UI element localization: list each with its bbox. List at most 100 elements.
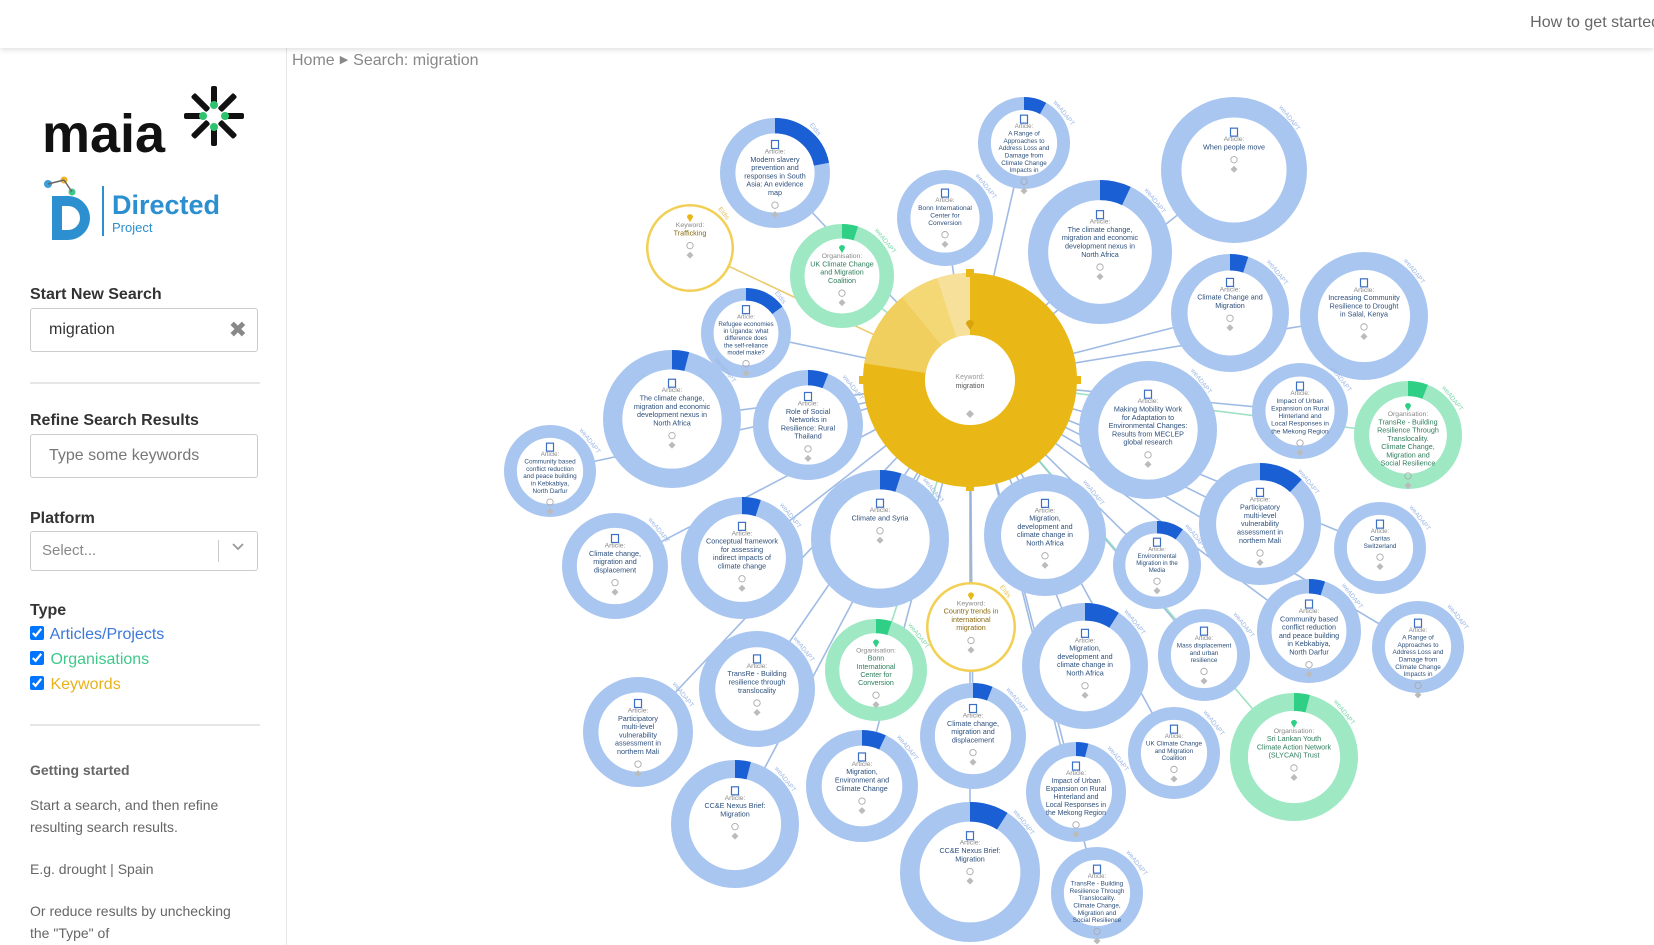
node-type-label: Organisation: [856,648,896,655]
node-title-line: Climate Change [1395,664,1441,671]
node-type-label: Article: [737,315,755,321]
clear-search-icon[interactable]: ✖ [229,317,247,343]
node-title-line: Climate Change, [1073,902,1121,909]
node-title-line: Migration [1215,301,1245,310]
search-input[interactable]: migration ✖ [30,308,258,352]
graph-node-keyword[interactable]: Keyword:TraffickingEldis [646,204,734,292]
graph-node-article[interactable]: Article:The climate change,migration and… [602,350,741,489]
node-title-line: Community based [524,458,576,465]
refine-keywords-input[interactable] [30,434,258,478]
platform-select-placeholder: Select... [42,542,97,559]
node-title-line: Mass displacement [1177,642,1232,649]
graph-node-article[interactable]: Article:Modern slaveryprevention andresp… [720,117,831,228]
organisations-checkbox[interactable] [30,651,44,665]
graph-node-article[interactable]: Article:The climate change,migration and… [1027,180,1172,324]
graph-node-article[interactable]: Article:Participatorymulti-levelvulnerab… [583,677,695,788]
graph-node-article[interactable]: Article:Community basedconflict reductio… [1257,579,1364,684]
graph-node-organisation[interactable]: Organisation:Sri Lankan YouthClimate Act… [1229,693,1358,822]
graph-node-article[interactable]: Article:Impact of UrbanExpansion on Rura… [1251,363,1353,459]
node-title-line: A Range of [1008,130,1040,137]
node-title-line: climate change [718,561,766,570]
graph-node-article[interactable]: Article:CC&E Nexus Brief:MigrationweADAP… [899,801,1040,942]
articles-option-label: Articles/Projects [49,626,165,643]
node-type-label: Article: [1165,734,1184,740]
platform-select[interactable]: Select... [30,531,258,571]
type-option-organisations[interactable]: Organisations [30,651,149,673]
node-title-line: resilience [1191,657,1218,664]
node-accent-arc [1099,180,1131,206]
node-accent-arc [671,350,690,371]
chevron-down-icon[interactable] [231,540,245,554]
graph-node-organisation[interactable]: Organisation:TransRe - BuildingResilienc… [1354,380,1465,489]
node-accent-arc [1293,693,1310,713]
graph-node-article[interactable]: Article:Migration,development andclimate… [1021,603,1148,730]
node-title-line: (SLYCAN) Trust [1269,751,1320,760]
platform-label: Platform [30,510,95,527]
directed-d-icon [44,176,90,240]
node-title-line: North Africa [1066,668,1104,677]
graph-node-article[interactable]: Article:Community basedconflict reductio… [504,425,601,518]
graph-node-article[interactable]: Article:Mass displacementand urbanresili… [1157,609,1255,702]
graph-node-article[interactable]: Article:A Range ofApproaches toAddress L… [1371,601,1469,699]
node-accent-arc [875,619,892,636]
graph-node-article[interactable]: Article:Increasing CommunityResilience t… [1299,251,1428,380]
graph-node-article[interactable]: Article:TransRe - Buildingresilience thr… [698,630,815,747]
type-option-keywords[interactable]: Keywords [30,676,121,698]
graph-node-article[interactable]: Article:Climate and SyriaweADAPT [810,470,949,609]
node-title-line: Local Responses in [1046,802,1106,809]
graph-node-article[interactable]: Article:Making Mobility Workfor Adaptati… [1079,361,1218,500]
graph-node-organisation[interactable]: Organisation:BonnInternationalCenter for… [825,619,930,722]
node-title-line: North Africa [1026,538,1064,547]
graph-node-article[interactable]: Article:Climate change,migration anddisp… [919,682,1029,789]
graph-node-article[interactable]: Article:Climate change,migration anddisp… [561,512,671,619]
graph-node-article[interactable]: Article:Bonn InternationalCenter forConv… [896,170,998,266]
node-title-line: Climate and Syria [852,514,909,523]
keywords-checkbox[interactable] [30,676,44,690]
project-logo-text: Project [112,220,153,235]
keywords-option-label: Keywords [50,676,121,693]
type-option-articles[interactable]: Articles/Projects [30,626,164,648]
graph-node-keyword[interactable]: Keyword:Country trends ininternationalmi… [926,582,1016,672]
node-accent-arc [1407,381,1428,399]
getting-started-text-1: Start a search, and then refine resultin… [30,797,219,835]
node-title-line: North Darfur [533,488,569,495]
graph-node-article[interactable]: Article:Participatorymulti-levelvulnerab… [1199,463,1322,586]
graph-node-article[interactable]: Article:TransRe - BuildingResilience Thr… [1050,847,1148,945]
breadcrumb-current: Search: migration [353,52,479,69]
node-type-label: Article: [1290,390,1309,397]
breadcrumb: Home ▶ Search: migration [292,52,479,70]
graph-node-article[interactable]: Article:Migration,development andclimate… [983,474,1106,597]
graph-node-article[interactable]: Article:Migration,Environment andClimate… [806,730,919,843]
graph-node-article[interactable]: Article:EnvironmentalMigration in theMed… [1113,520,1207,609]
node-title-line: Address Loss and [999,145,1050,152]
node-title-line: Resilience Through [1070,888,1125,895]
node-title-line: and urban [1190,650,1219,657]
node-title-line: Impact of Urban [1051,778,1100,785]
node-title-line: Migration and [1078,910,1117,917]
graph-node-article[interactable]: Article:Climate Change andMigrationweADA… [1171,254,1289,373]
type-label: Type [30,602,67,619]
asterisk-mark-icon [184,86,244,146]
getting-started-text-2: Or reduce results by unchecking the "Typ… [30,903,231,941]
node-title-line: northern Mali [1239,536,1281,545]
articles-checkbox[interactable] [30,626,44,640]
node-title-line: displacement [594,565,636,574]
how-to-get-started-link[interactable]: How to get started [1530,14,1654,32]
organisations-option-label: Organisations [50,651,150,668]
graph-node-article[interactable]: Article:Impact of UrbanExpansion on Rura… [1026,742,1130,842]
graph-node-article[interactable]: Article:Role of SocialNetworks inResilie… [753,370,865,481]
graph-node-article[interactable]: Article:UK Climate Changeand MigrationCo… [1127,707,1225,800]
node-title-line: Social Resilience [1073,917,1122,924]
graph-node-article[interactable]: Article:When people moveweADAPT [1160,97,1307,243]
graph-node-organisation[interactable]: Organisation:UK Climate Changeand Migrat… [790,223,897,329]
breadcrumb-home[interactable]: Home [292,52,335,69]
caret-right-icon: ▶ [339,54,349,66]
node-title-line: Hinterland and [1278,413,1321,420]
node-title-line: When people move [1203,142,1265,151]
node-accent-arc [1023,97,1047,115]
node-title-line: Environmental [1138,553,1177,560]
graph-node-article[interactable]: Article:CaritasSwitzerlandweADAPT [1333,502,1431,595]
graph-node-article[interactable]: Article:Conceptual frameworkfor assessin… [680,497,803,620]
graph-node-article[interactable]: Article:CC&E Nexus Brief:MigrationweADAP… [671,760,800,889]
graph-node-article[interactable]: Article:A Range ofApproaches toAddress L… [978,97,1075,195]
